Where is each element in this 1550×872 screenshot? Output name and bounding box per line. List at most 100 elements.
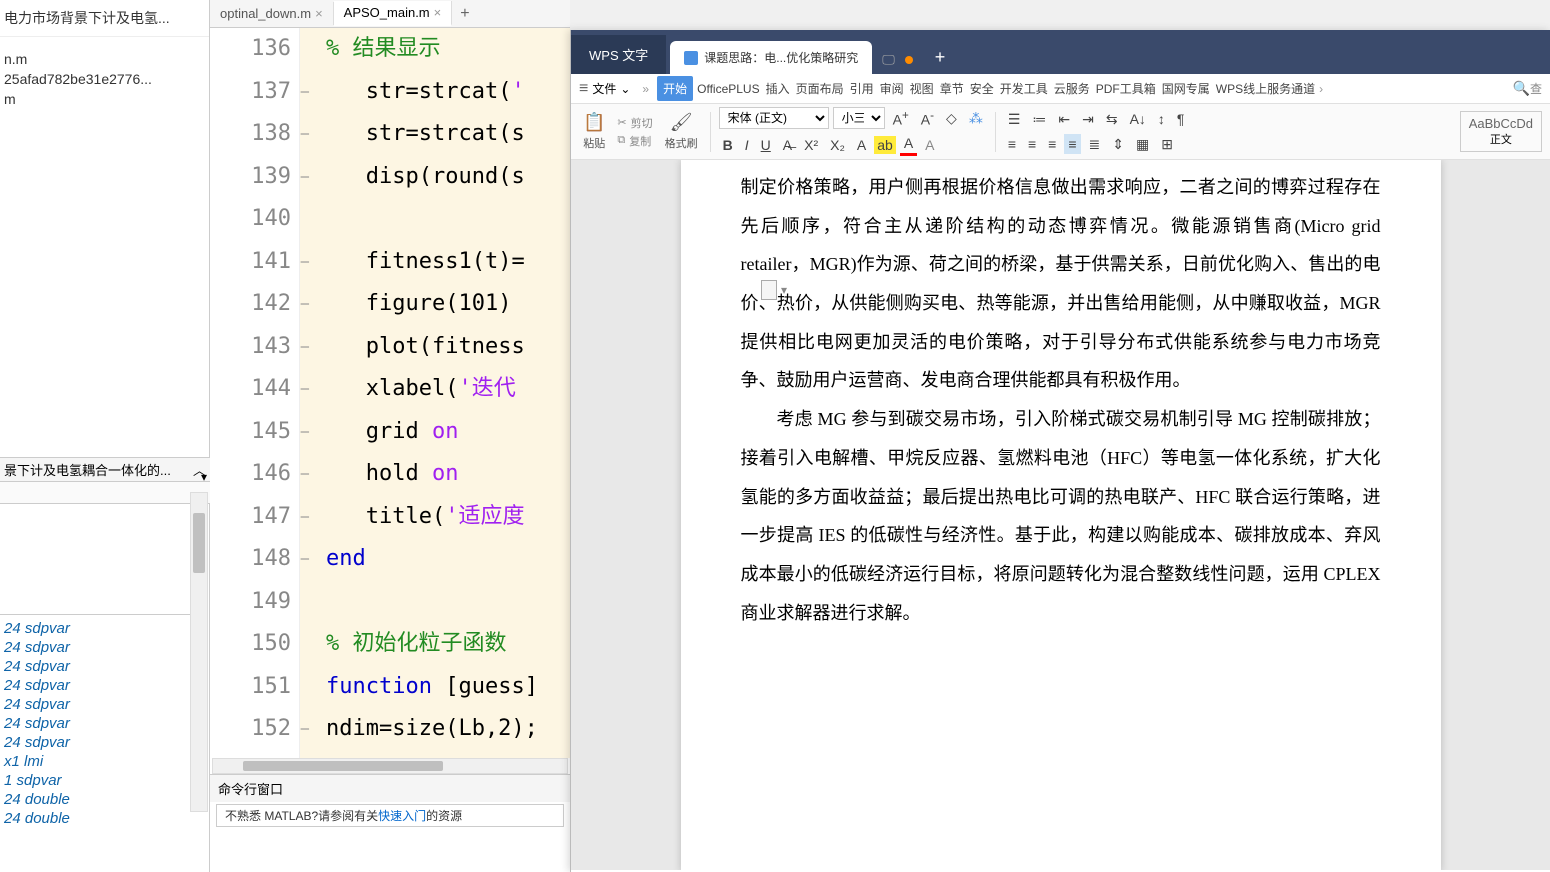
bullet-list-button[interactable]: ☰	[1004, 109, 1025, 130]
var-item[interactable]: 24 sdpvar	[4, 619, 186, 638]
highlight-button[interactable]: ab	[874, 136, 896, 154]
file-item[interactable]: n.m	[4, 49, 205, 69]
code-line[interactable]: disp(round(s	[326, 156, 570, 199]
superscript-button[interactable]: X²	[800, 135, 822, 155]
underline-button[interactable]: U	[757, 135, 775, 155]
code-line[interactable]: function [guess]	[326, 666, 570, 709]
overflow-icon[interactable]: ›	[1319, 82, 1323, 96]
tab-inactive[interactable]: optinal_down.m ×	[210, 2, 334, 25]
shading-button[interactable]: ▦	[1132, 134, 1153, 155]
ribbon-tab[interactable]: 开始	[657, 76, 693, 101]
code-line[interactable]: title('适应度	[326, 496, 570, 539]
cut-button[interactable]: ✂剪切	[617, 115, 652, 131]
sort-button[interactable]: ↕	[1154, 109, 1169, 129]
decrease-indent-button[interactable]: ⇤	[1054, 109, 1074, 130]
ribbon-tab[interactable]: 审阅	[878, 76, 906, 101]
clear-format-button[interactable]: ◇	[942, 108, 961, 129]
grow-font-button[interactable]: A+	[889, 107, 913, 130]
italic-button[interactable]: I	[741, 135, 753, 155]
var-item[interactable]: 24 sdpvar	[4, 638, 186, 657]
phonetic-button[interactable]: ⁂	[965, 108, 987, 129]
code-line[interactable]	[326, 198, 570, 241]
code-area[interactable]: 1361371381391401411421431441451461471481…	[210, 28, 570, 758]
bold-button[interactable]: B	[719, 135, 737, 155]
code-line[interactable]: str=strcat(s	[326, 113, 570, 156]
size-select[interactable]: 小三	[833, 107, 885, 129]
file-tree[interactable]: n.m25afad782be31e2776...m	[0, 37, 209, 113]
code-line[interactable]: hold on	[326, 453, 570, 496]
wps-app-tab[interactable]: WPS 文字	[571, 35, 666, 74]
char-shading-button[interactable]: A	[921, 135, 938, 155]
tab-active[interactable]: APSO_main.m ×	[334, 1, 453, 26]
code-line[interactable]: grid on	[326, 411, 570, 454]
strike-button[interactable]: A̶	[779, 135, 796, 155]
monitor-icon[interactable]: 🖵	[882, 52, 895, 68]
ribbon-tab[interactable]: 插入	[764, 76, 792, 101]
code-line[interactable]: fitness1(t)=	[326, 241, 570, 284]
ribbon-tab[interactable]: PDF工具箱	[1094, 76, 1158, 101]
code-line[interactable]: % 初始化粒子函数	[326, 623, 570, 666]
style-normal[interactable]: AaBbCcDd 正文	[1460, 111, 1542, 152]
page-nav-icon[interactable]: ▾	[761, 280, 787, 300]
var-item[interactable]: 24 sdpvar	[4, 695, 186, 714]
code-line[interactable]: end	[326, 538, 570, 581]
paste-group[interactable]: 📋 粘贴	[579, 112, 609, 151]
copy-button[interactable]: ⧉复制	[617, 133, 652, 149]
number-list-button[interactable]: ≔	[1028, 109, 1050, 130]
ribbon-tab[interactable]: 云服务	[1052, 76, 1092, 101]
scroll-thumb[interactable]	[243, 761, 443, 771]
ribbon-tab[interactable]: 章节	[938, 76, 966, 101]
paragraph-2[interactable]: 考虑 MG 参与到碳交易市场，引入阶梯式碳交易机制引导 MG 控制碳排放；接着引…	[741, 400, 1381, 632]
code-line[interactable]	[326, 581, 570, 624]
font-color-button[interactable]: A	[900, 133, 917, 156]
vars-scrollbar[interactable]	[190, 492, 208, 812]
align-right-button[interactable]: ≡	[1044, 134, 1060, 154]
font-select[interactable]: 宋体 (正文)	[719, 107, 829, 129]
ribbon-tab[interactable]: 引用	[848, 76, 876, 101]
format-painter[interactable]: 🖌 格式刷	[661, 112, 702, 151]
sidebar-section-toggle[interactable]: 景下计及电氢耦合一体化的... ︿	[0, 457, 210, 482]
file-item[interactable]: m	[4, 89, 205, 109]
shrink-font-button[interactable]: A-	[917, 107, 938, 130]
var-item[interactable]: 24 sdpvar	[4, 733, 186, 752]
wps-doc-tab[interactable]: 课题思路：电...优化策略研究	[670, 41, 872, 74]
var-item[interactable]: 24 double	[4, 809, 186, 828]
command-window-header[interactable]: 命令行窗口	[210, 774, 570, 802]
ribbon-tab[interactable]: 安全	[968, 76, 996, 101]
new-tab-button[interactable]: +	[452, 3, 477, 25]
var-item[interactable]: x1 lmi	[4, 752, 186, 771]
var-item[interactable]: 24 sdpvar	[4, 657, 186, 676]
workspace-vars[interactable]: 24 sdpvar24 sdpvar24 sdpvar24 sdpvar24 s…	[0, 614, 190, 832]
var-item[interactable]: 24 sdpvar	[4, 714, 186, 733]
ribbon-tab[interactable]: 视图	[908, 76, 936, 101]
tab-stops-button[interactable]: ⇆	[1102, 109, 1122, 130]
code-line[interactable]: ndim=size(Lb,2);	[326, 708, 570, 751]
var-item[interactable]: 24 sdpvar	[4, 676, 186, 695]
align-justify-button[interactable]: ≡	[1064, 134, 1080, 154]
ribbon-tab[interactable]: WPS线上服务通道	[1214, 76, 1317, 101]
text-effect-button[interactable]: A	[853, 135, 870, 155]
close-icon[interactable]: ×	[315, 6, 323, 21]
wps-document-area[interactable]: ▾ 制定价格策略，用户侧再根据价格信息做出需求响应，二者之间的博弈过程存在先后顺…	[571, 160, 1550, 870]
ribbon-tab[interactable]: 国网专属	[1160, 76, 1212, 101]
show-marks-button[interactable]: ¶	[1173, 109, 1189, 129]
increase-indent-button[interactable]: ⇥	[1078, 109, 1098, 130]
var-item[interactable]: 1 sdpvar	[4, 771, 186, 790]
align-left-button[interactable]: ≡	[1004, 134, 1020, 154]
close-icon[interactable]: ×	[434, 5, 442, 20]
ribbon-tab[interactable]: 开发工具	[998, 76, 1050, 101]
align-center-button[interactable]: ≡	[1024, 134, 1040, 154]
borders-button[interactable]: ⊞	[1157, 134, 1177, 155]
ribbon-tab[interactable]: OfficePLUS	[695, 78, 761, 100]
scroll-thumb[interactable]	[193, 513, 205, 573]
code-line[interactable]: figure(101)	[326, 283, 570, 326]
quickstart-link[interactable]: 快速入门	[378, 809, 426, 823]
search-button[interactable]: 🔍查	[1513, 80, 1542, 97]
code-line[interactable]: plot(fitness	[326, 326, 570, 369]
editor-hscrollbar[interactable]	[212, 758, 568, 774]
code-line[interactable]: % 结果显示	[326, 28, 570, 71]
hamburger-icon[interactable]: ≡	[579, 80, 588, 98]
file-item[interactable]: 25afad782be31e2776...	[4, 69, 205, 89]
code-body[interactable]: % 结果显示 str=strcat(' str=strcat(s disp(ro…	[300, 28, 570, 758]
file-menu[interactable]: ≡ 文件 ⌄ »	[579, 80, 649, 98]
